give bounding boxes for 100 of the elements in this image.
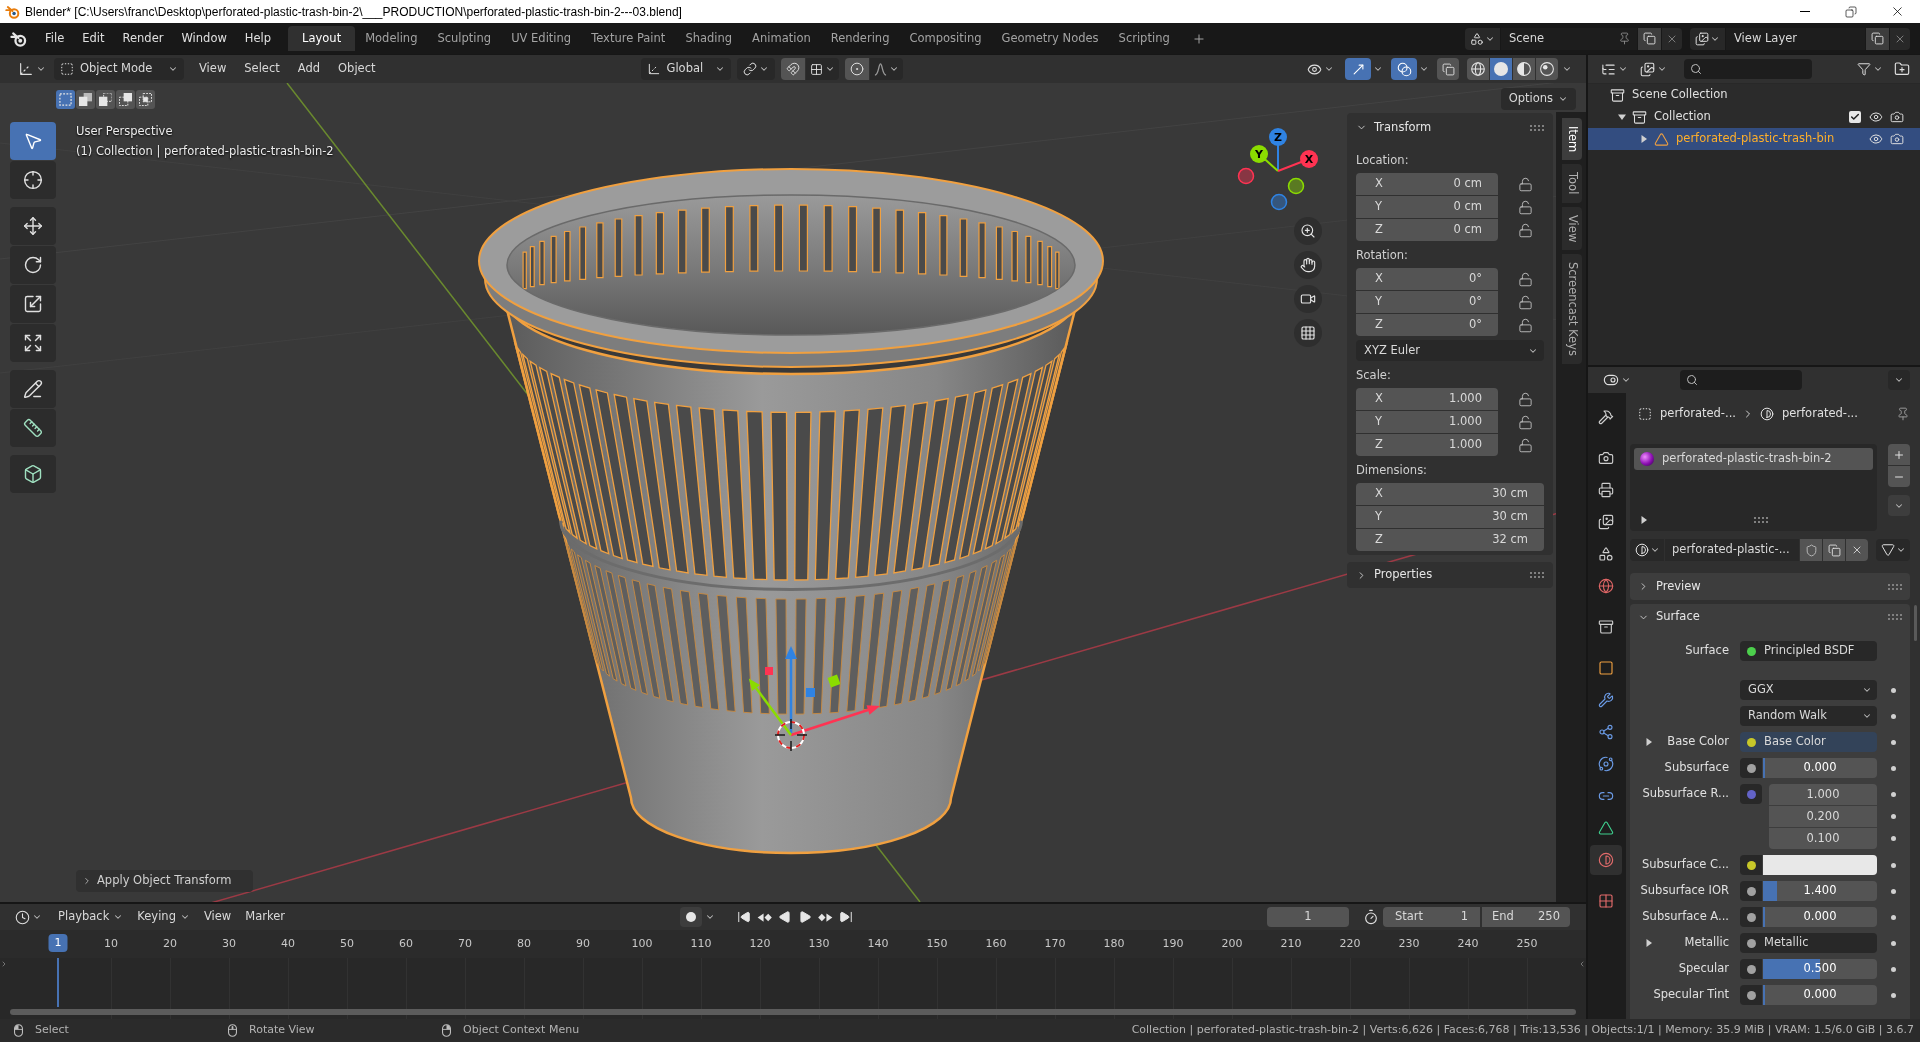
tool-button[interactable]	[10, 409, 56, 447]
view-layer-name-field[interactable]: View Layer	[1726, 27, 1865, 50]
drag-handle-icon[interactable]	[1530, 572, 1544, 578]
open-padlock-icon[interactable]	[1518, 437, 1533, 453]
number-field[interactable]: Y 0°	[1356, 291, 1498, 313]
slider-field[interactable]: 1.400	[1763, 881, 1877, 901]
select-mode-button[interactable]	[116, 89, 135, 109]
workspace-tab[interactable]: Sculpting	[427, 26, 502, 51]
panel-header[interactable]: Preview	[1630, 573, 1910, 600]
workspace-tab[interactable]: Shading	[675, 26, 743, 51]
camera-icon[interactable]	[1890, 132, 1904, 146]
camera-view-button[interactable]	[1294, 285, 1322, 313]
axis-handle[interactable]: Z	[1269, 128, 1287, 172]
axis-handle[interactable]: Y	[1250, 145, 1279, 172]
outliner-row[interactable]: perforated-plastic-trash-bin	[1588, 128, 1920, 150]
panel-header[interactable]: Transform	[1356, 113, 1530, 142]
timeline-menu[interactable]: Keying	[130, 906, 197, 928]
pin-icon[interactable]	[1618, 32, 1631, 45]
pan-button[interactable]	[1294, 251, 1322, 279]
sidebar-tab[interactable]: Screencast Keys	[1562, 253, 1582, 364]
shading-mode-button[interactable]	[1536, 58, 1558, 80]
view-layer-browse-dropdown[interactable]	[1690, 27, 1725, 50]
gizmo-toggle[interactable]	[1345, 58, 1371, 80]
options-dropdown[interactable]: Options	[1500, 88, 1576, 110]
keyframe-dot-icon[interactable]	[1891, 940, 1896, 946]
playhead-frame[interactable]: 1	[48, 934, 68, 952]
drag-handle-icon[interactable]	[1530, 124, 1544, 131]
region-toggle-icon[interactable]	[0, 960, 8, 968]
drag-handle-icon[interactable]	[1753, 517, 1768, 523]
number-field[interactable]: Z 0 cm	[1356, 219, 1498, 241]
remove-button[interactable]	[1662, 27, 1682, 50]
orientation-dropdown[interactable]: Global	[640, 58, 731, 80]
open-padlock-icon[interactable]	[1518, 294, 1533, 310]
keyframe-dot-icon[interactable]	[1891, 792, 1896, 797]
workspace-tab[interactable]: Geometry Nodes	[991, 26, 1109, 51]
search-field[interactable]	[1684, 59, 1812, 79]
keyframe-dot-icon[interactable]	[1891, 687, 1896, 693]
socket-button[interactable]	[1740, 907, 1762, 927]
dropdown[interactable]: Random Walk	[1740, 706, 1877, 726]
tool-button[interactable]	[10, 161, 56, 199]
frame-field[interactable]: 1	[1267, 907, 1349, 927]
keyframe-back-icon[interactable]	[757, 911, 772, 923]
play-icon[interactable]	[798, 910, 812, 924]
new-folder-icon[interactable]	[1894, 61, 1910, 77]
app-menu-icon[interactable]	[10, 30, 27, 47]
projection-toggle-button[interactable]	[1294, 319, 1322, 347]
scene-name-field[interactable]: Scene	[1501, 27, 1637, 50]
timeline-menu[interactable]: Marker	[238, 906, 292, 928]
stopwatch-icon[interactable]	[1363, 909, 1379, 925]
last-operator-panel[interactable]: Apply Object Transform	[76, 870, 253, 892]
drag-handle-icon[interactable]	[1888, 583, 1902, 590]
tool-button[interactable]	[10, 324, 56, 362]
axis-handle[interactable]	[1287, 177, 1305, 195]
shading-mode-button[interactable]	[1467, 58, 1489, 80]
start-frame-field[interactable]: Start 1	[1383, 907, 1480, 927]
socket-button[interactable]	[1740, 758, 1762, 778]
header-menu[interactable]: Select	[235, 58, 289, 80]
number-field[interactable]: 1.000	[1769, 784, 1877, 805]
open-padlock-icon[interactable]	[1518, 222, 1533, 238]
keyframe-dot-icon[interactable]	[1891, 765, 1896, 771]
keyframe-forward-icon[interactable]	[818, 911, 833, 923]
socket-button[interactable]	[1740, 855, 1762, 875]
number-field[interactable]: 0.200	[1769, 806, 1877, 827]
keyframe-dot-icon[interactable]	[1891, 888, 1896, 894]
menu-item[interactable]: File	[36, 26, 74, 51]
number-field[interactable]: 0.100	[1769, 828, 1877, 849]
keyframe-dot-icon[interactable]	[1891, 914, 1896, 920]
shading-mode-button[interactable]	[1513, 58, 1535, 80]
socket-button[interactable]	[1740, 985, 1762, 1005]
plus-icon[interactable]	[1191, 31, 1206, 46]
new-button[interactable]	[1638, 27, 1661, 50]
rotation-mode-dropdown[interactable]: XYZ Euler	[1356, 340, 1544, 361]
menu-item[interactable]: Render	[113, 26, 173, 51]
number-field[interactable]: X 1.000	[1356, 388, 1498, 410]
tool-button[interactable]	[10, 246, 56, 284]
unlink-button[interactable]	[1846, 539, 1868, 561]
horizontal-scrollbar[interactable]	[10, 1009, 1576, 1015]
workspace-tab[interactable]: Scripting	[1108, 26, 1180, 51]
triangle-right-icon[interactable]	[1640, 135, 1648, 143]
skip-back-icon[interactable]	[737, 910, 751, 924]
number-field[interactable]: Y 30 cm	[1356, 506, 1544, 528]
slider-field[interactable]: 0.000	[1763, 985, 1877, 1005]
header-menu[interactable]: Object	[329, 58, 385, 80]
shading-mode-button[interactable]	[1490, 58, 1512, 80]
select-mode-button[interactable]	[136, 89, 155, 109]
open-padlock-icon[interactable]	[1518, 271, 1533, 287]
tool-button[interactable]	[10, 207, 56, 245]
mode-dropdown[interactable]: Object Mode	[54, 58, 184, 80]
workspace-tab[interactable]: Compositing	[899, 26, 992, 51]
workspace-tab[interactable]: Modeling	[355, 26, 428, 51]
linked-input-field[interactable]: Metallic	[1740, 933, 1877, 953]
workspace-tab[interactable]: Layout	[288, 26, 356, 51]
xray-toggle[interactable]	[1437, 58, 1459, 80]
open-padlock-icon[interactable]	[1518, 317, 1533, 333]
keyframe-dot-icon[interactable]	[1891, 862, 1896, 868]
overlays-toggle[interactable]	[1391, 58, 1417, 80]
scene-browse-dropdown[interactable]	[1465, 27, 1500, 50]
eye-icon[interactable]	[1869, 110, 1883, 124]
timeline-menu[interactable]: View	[196, 906, 239, 928]
sidebar-tab[interactable]: Item	[1562, 118, 1582, 161]
